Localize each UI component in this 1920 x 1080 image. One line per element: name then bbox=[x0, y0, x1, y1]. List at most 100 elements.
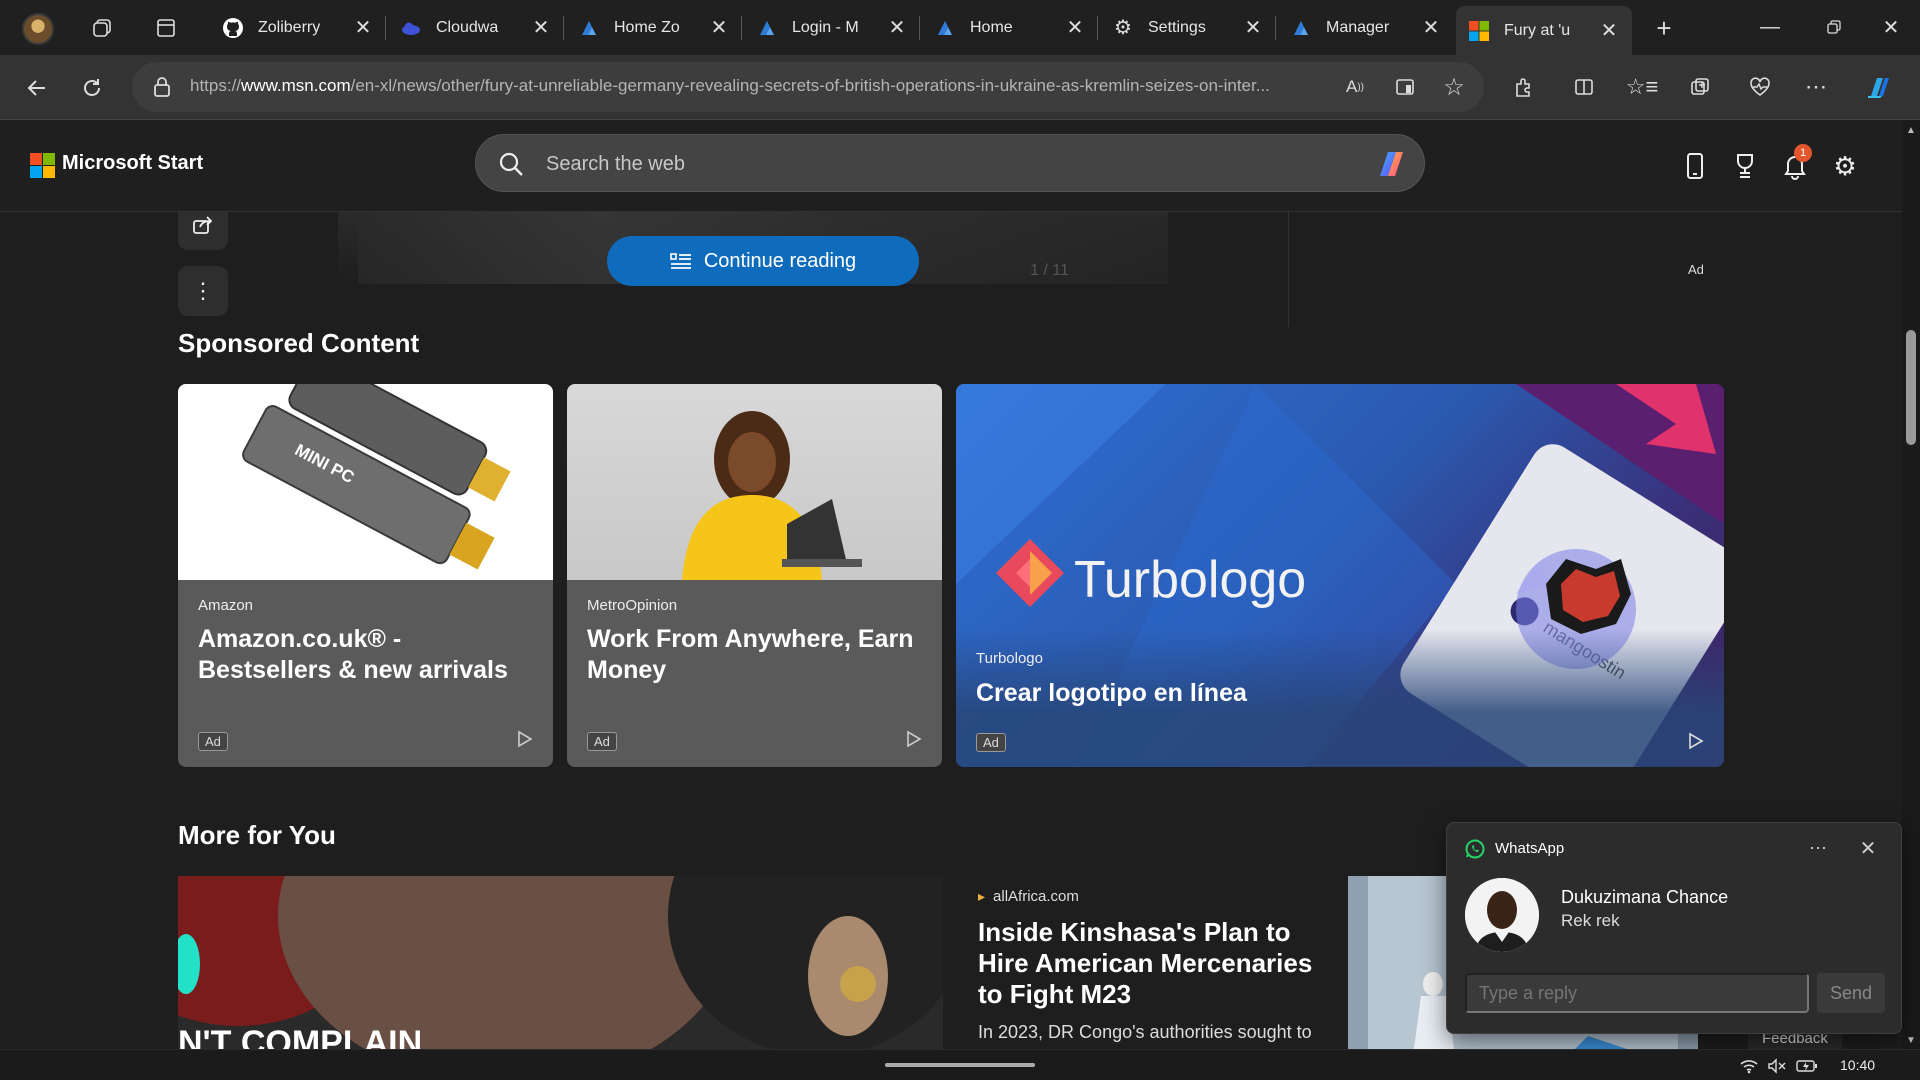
whatsapp-notification[interactable]: WhatsApp ⋯ ✕ Dukuzimana Chance Rek rek S… bbox=[1446, 822, 1902, 1034]
more-menu-icon[interactable]: ⋯ bbox=[1800, 71, 1832, 103]
app-icon bbox=[934, 17, 956, 39]
card-source: MetroOpinion bbox=[587, 597, 678, 614]
close-icon[interactable]: ✕ bbox=[1420, 17, 1442, 39]
scroll-up-icon[interactable]: ▲ bbox=[1905, 124, 1917, 136]
column-divider bbox=[1288, 212, 1289, 327]
close-window-icon[interactable]: ✕ bbox=[1876, 12, 1906, 42]
restore-icon[interactable] bbox=[1819, 12, 1849, 42]
tab-separator bbox=[1275, 16, 1276, 40]
close-icon[interactable]: ✕ bbox=[530, 17, 552, 39]
immersive-reader-icon[interactable] bbox=[1389, 71, 1421, 103]
story-image-large[interactable]: N'T COMPLAIN bbox=[178, 876, 943, 1049]
reply-input[interactable] bbox=[1465, 973, 1809, 1013]
close-icon[interactable]: ✕ bbox=[886, 17, 908, 39]
tab-home[interactable]: Home ✕ bbox=[922, 6, 1098, 49]
share-button[interactable] bbox=[178, 212, 228, 250]
url-text[interactable]: https://www.msn.com/en-xl/news/other/fur… bbox=[190, 76, 1465, 96]
refresh-icon[interactable] bbox=[75, 71, 109, 105]
more-options-button[interactable]: ⋮ bbox=[178, 266, 228, 316]
tab-separator bbox=[385, 16, 386, 40]
browser-essentials-icon[interactable] bbox=[1744, 71, 1776, 103]
settings-gear-icon[interactable]: ⚙ bbox=[1829, 150, 1861, 182]
ad-choices-icon bbox=[907, 730, 922, 748]
msn-icon bbox=[1468, 20, 1490, 42]
card-source: Amazon bbox=[198, 597, 254, 614]
notification-more-icon[interactable]: ⋯ bbox=[1803, 833, 1833, 863]
taskbar-handle[interactable] bbox=[885, 1063, 1035, 1067]
story-allafrica[interactable]: ▸ allAfrica.com Inside Kinshasa's Plan to… bbox=[978, 888, 1318, 1044]
clock[interactable]: 10:40 bbox=[1840, 1057, 1875, 1073]
ad-choices-icon bbox=[518, 730, 533, 748]
tab-label: Manager bbox=[1326, 18, 1390, 36]
close-icon[interactable]: ✕ bbox=[708, 17, 730, 39]
app-icon bbox=[1290, 17, 1312, 39]
sponsored-card-amazon[interactable]: MINI PC Amazon Amazon.co.uk® - Bestselle… bbox=[178, 384, 553, 767]
read-aloud-icon[interactable]: A)) bbox=[1339, 71, 1371, 103]
mobile-phone-icon[interactable] bbox=[1679, 150, 1711, 182]
card-title[interactable]: Amazon.co.uk® - Bestsellers & new arriva… bbox=[198, 624, 538, 686]
close-icon[interactable]: ✕ bbox=[1242, 17, 1264, 39]
tab-zoliberry[interactable]: Zoliberry ✕ bbox=[210, 6, 386, 49]
cloud-icon bbox=[400, 17, 422, 39]
tab-cloudwa[interactable]: Cloudwa ✕ bbox=[388, 6, 564, 49]
rewards-trophy-icon[interactable] bbox=[1729, 150, 1761, 182]
story-source-label: allAfrica.com bbox=[993, 888, 1079, 905]
ad-badge: Ad bbox=[587, 732, 617, 751]
address-bar[interactable]: https://www.msn.com/en-xl/news/other/fur… bbox=[132, 62, 1484, 112]
wifi-icon[interactable] bbox=[1738, 1056, 1760, 1076]
tab-separator bbox=[563, 16, 564, 40]
copilot-icon[interactable] bbox=[1864, 71, 1896, 103]
story-description: In 2023, DR Congo's authorities sought t… bbox=[978, 1022, 1312, 1042]
vertical-tabs-icon[interactable] bbox=[152, 14, 180, 42]
sponsored-card-turbologo[interactable]: mangoostin Turbologo bbox=[956, 384, 1724, 767]
close-icon[interactable]: ✕ bbox=[352, 17, 374, 39]
message-text: Rek rek bbox=[1561, 911, 1620, 930]
slide-counter: 1 / 11 bbox=[1030, 262, 1069, 279]
page-scrollbar[interactable] bbox=[1902, 120, 1920, 1049]
sender-avatar bbox=[1465, 878, 1539, 952]
split-screen-icon[interactable] bbox=[1568, 71, 1600, 103]
tab-fury-at[interactable]: Fury at 'u ✕ bbox=[1456, 6, 1632, 55]
scrollbar-thumb[interactable] bbox=[1906, 330, 1916, 445]
back-icon[interactable] bbox=[20, 71, 54, 105]
image-caption-text: N'T COMPLAIN bbox=[178, 1024, 422, 1049]
notification-close-icon[interactable]: ✕ bbox=[1853, 833, 1883, 863]
tab-login[interactable]: Login - M ✕ bbox=[744, 6, 920, 49]
volume-muted-icon[interactable] bbox=[1766, 1056, 1788, 1076]
battery-charging-icon[interactable] bbox=[1796, 1056, 1818, 1076]
continue-reading-button[interactable]: Continue reading bbox=[607, 236, 919, 286]
tab-settings[interactable]: ⚙ Settings ✕ bbox=[1100, 6, 1276, 49]
lock-icon[interactable] bbox=[152, 76, 172, 98]
collections-icon[interactable] bbox=[1684, 71, 1716, 103]
tab-home-zo[interactable]: Home Zo ✕ bbox=[566, 6, 742, 49]
new-tab-button[interactable]: + bbox=[1650, 13, 1678, 43]
turbologo-text: Turbologo bbox=[1074, 551, 1306, 609]
sender-name: Dukuzimana Chance bbox=[1561, 887, 1729, 907]
minimize-icon[interactable]: — bbox=[1755, 12, 1785, 42]
card-title[interactable]: Work From Anywhere, Earn Money bbox=[587, 624, 927, 686]
search-input[interactable]: Search the web bbox=[546, 153, 685, 176]
close-icon[interactable]: ✕ bbox=[1598, 20, 1620, 42]
favorite-star-icon[interactable]: ☆ bbox=[1438, 71, 1470, 103]
tab-label: Login - M bbox=[792, 18, 859, 36]
copilot-icon[interactable] bbox=[1372, 148, 1410, 180]
tab-strip: Zoliberry ✕ Cloudwa ✕ Home Zo ✕ Login - … bbox=[0, 0, 1920, 55]
send-button[interactable]: Send bbox=[1817, 973, 1885, 1013]
search-box[interactable]: Search the web bbox=[475, 134, 1425, 192]
allafrica-logo-icon: ▸ bbox=[978, 888, 986, 904]
microsoft-logo-icon[interactable] bbox=[30, 153, 55, 178]
story-title[interactable]: Inside Kinshasa's Plan to Hire American … bbox=[978, 917, 1318, 1010]
workspaces-icon[interactable] bbox=[88, 14, 116, 42]
favorites-icon[interactable]: ☆≡ bbox=[1626, 71, 1659, 103]
scroll-down-icon[interactable]: ▼ bbox=[1905, 1034, 1917, 1046]
profile-avatar[interactable] bbox=[22, 13, 54, 45]
extensions-icon[interactable] bbox=[1508, 71, 1540, 103]
url-path: /en-xl/news/other/fury-at-unreliable-ger… bbox=[350, 76, 1270, 95]
sponsored-card-metroopinion[interactable]: MetroOpinion Work From Anywhere, Earn Mo… bbox=[567, 384, 942, 767]
close-icon[interactable]: ✕ bbox=[1064, 17, 1086, 39]
tab-manager[interactable]: Manager ✕ bbox=[1278, 6, 1454, 49]
brand-name[interactable]: Microsoft Start bbox=[62, 152, 203, 175]
gear-icon: ⚙ bbox=[1114, 17, 1132, 39]
card-image bbox=[567, 384, 942, 580]
card-title[interactable]: Crear logotipo en línea bbox=[976, 678, 1576, 709]
